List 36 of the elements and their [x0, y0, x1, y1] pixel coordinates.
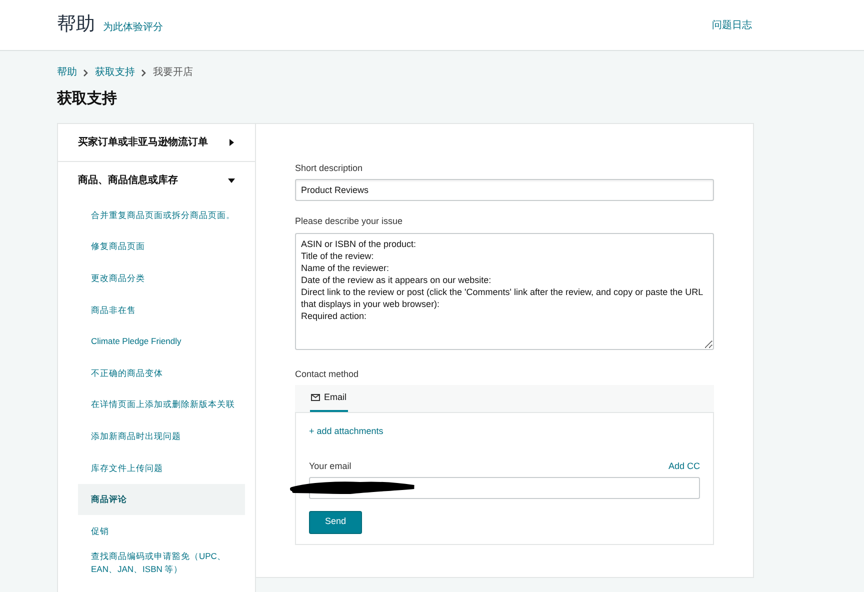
sidebar-item[interactable]: 更改商品分类 [78, 262, 245, 294]
field-label: Your email [309, 460, 352, 473]
sidebar-item[interactable]: 在详情页面上添加或删除新版本关联 [78, 389, 245, 421]
sidebar-item[interactable]: 库存文件上传问题 [78, 452, 245, 484]
caret-right-icon [228, 138, 235, 146]
page-header-title: 帮助 [57, 12, 95, 37]
sidebar-item[interactable]: Climate Pledge Friendly [78, 326, 245, 358]
envelope-icon [311, 394, 320, 401]
breadcrumb-current: 我要开店 [153, 66, 193, 80]
add-cc-link[interactable]: Add CC [668, 460, 700, 474]
issue-log-link[interactable]: 问题日志 [712, 18, 752, 32]
field-label: Short description [295, 162, 364, 175]
sidebar-item[interactable]: 不正确的商品变体 [78, 357, 245, 390]
short-description-input[interactable]: Product Reviews [295, 179, 714, 201]
sidebar-item[interactable]: 合并重复商品页面或拆分商品页面。 [78, 200, 245, 232]
rate-experience-link[interactable]: 为此体验评分 [103, 20, 163, 34]
sidebar-item[interactable]: 添加新商品时出现问题 [78, 420, 245, 452]
sidebar-item[interactable]: 商品评论 [78, 484, 245, 516]
chevron-right-icon [83, 68, 89, 76]
breadcrumb-link[interactable]: 获取支持 [95, 65, 135, 80]
sidebar-item[interactable]: 修复商品页面 [78, 231, 245, 263]
email-tab[interactable]: Email [310, 386, 348, 412]
chevron-right-icon [141, 68, 147, 76]
sidebar-item[interactable]: 查找商品编码或申请豁免（UPC、EAN、JAN、ISBN 等） [78, 547, 245, 579]
field-label: Please describe your issue [295, 215, 404, 228]
sidebar-item[interactable]: 促销 [78, 515, 245, 548]
sidebar-item[interactable]: 商品非在售 [78, 294, 245, 326]
caret-down-icon [228, 177, 235, 184]
page-title: 获取支持 [57, 89, 118, 109]
category-header[interactable]: 买家订单或非亚马逊物流订单 [58, 124, 255, 162]
add-attachments-link[interactable]: + add attachments [309, 426, 384, 436]
category-header[interactable]: 商品、商品信息或库存 [58, 162, 255, 200]
send-button[interactable]: Send [309, 510, 362, 534]
breadcrumb-link[interactable]: 帮助 [57, 65, 77, 80]
field-label: Contact method [295, 368, 360, 381]
issue-textarea[interactable]: ASIN or ISBN of the product: Title of the review: Name of the reviewer: Date of the review as it appears on our website: Direct link to the review or post (click the 'Comments' link after the review, and copy or paste the URL that displays in your web browser): Required action: [295, 232, 714, 350]
